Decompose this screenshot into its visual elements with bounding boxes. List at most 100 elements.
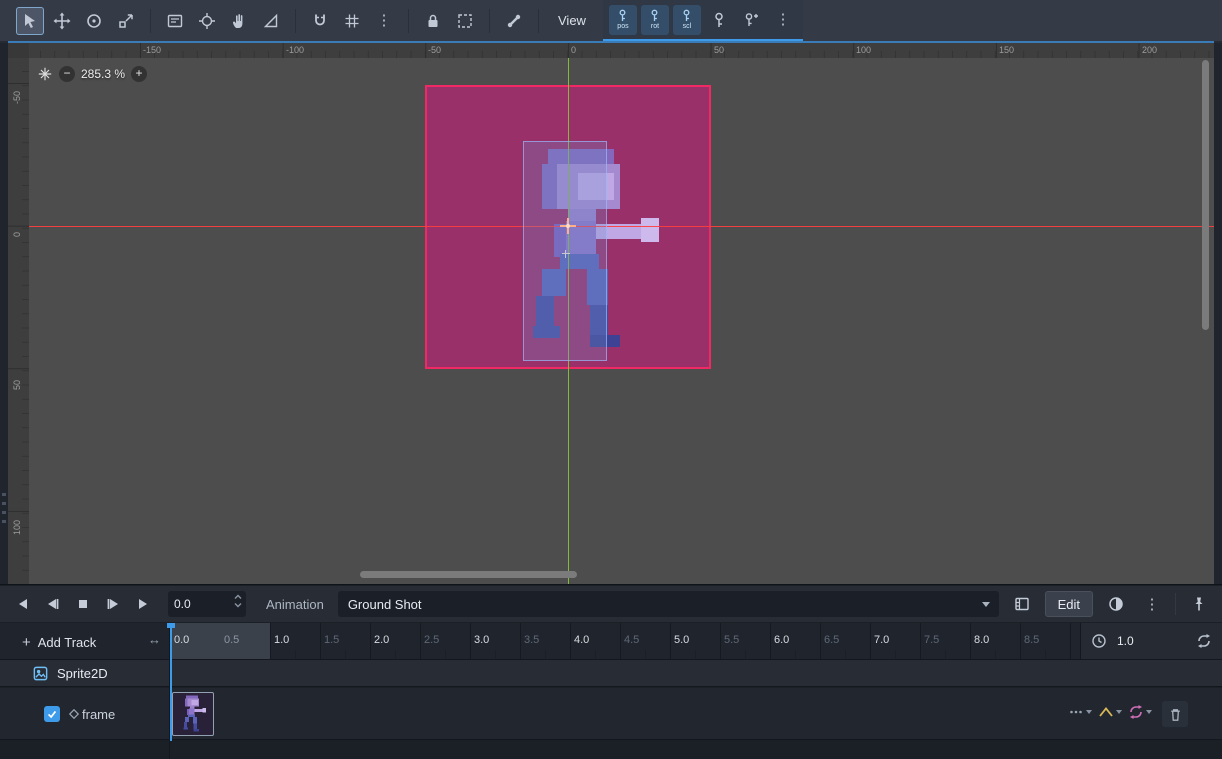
ruler-label: 100	[12, 520, 22, 535]
time-tick: 5.0	[674, 634, 689, 646]
play-backwards-from-end-button[interactable]	[40, 592, 66, 616]
interpolation-mode-dropdown[interactable]	[1098, 704, 1122, 720]
zoom-out-button[interactable]: −	[59, 66, 75, 82]
smart-snap-button[interactable]	[306, 7, 334, 35]
update-mode-icon	[1068, 704, 1084, 720]
horizontal-scrollbar[interactable]	[360, 571, 577, 578]
zoom-in-button[interactable]: +	[131, 66, 147, 82]
scale-tool-button[interactable]	[112, 7, 140, 35]
spin-down-icon	[234, 602, 242, 608]
spin-arrows[interactable]	[234, 594, 242, 608]
animation-length-value[interactable]: 1.0	[1117, 634, 1134, 648]
insert-scale-key-button[interactable]: scl	[673, 5, 701, 35]
chevron-down-icon	[1086, 710, 1092, 714]
track-row[interactable]: frame	[0, 688, 1222, 740]
zoom-level[interactable]: 285.3 %	[81, 67, 125, 81]
animation-label: Animation	[266, 597, 324, 612]
pin-panel-button[interactable]	[1186, 591, 1212, 617]
time-tick: 0.0	[174, 634, 189, 646]
keyframe-thumbnail[interactable]	[172, 692, 214, 736]
rotate-tool-button[interactable]	[80, 7, 108, 35]
time-tick: 0.5	[224, 634, 239, 646]
x-axis-line	[29, 226, 1214, 227]
center-view-icon[interactable]	[37, 66, 53, 82]
loop-animation-icon[interactable]	[1196, 633, 1212, 649]
insert-position-key-button[interactable]: pos	[609, 5, 637, 35]
more-vert-icon: ⋮	[377, 13, 392, 28]
key-pos-icon	[617, 9, 628, 22]
delete-track-button[interactable]	[1162, 701, 1188, 727]
animation-select-dropdown[interactable]: Ground Shot	[338, 591, 999, 617]
ruler-tool-button[interactable]	[257, 7, 285, 35]
track-node-row[interactable]: Sprite2D	[0, 660, 1222, 687]
track-enabled-checkbox[interactable]	[44, 706, 60, 722]
auto-insert-key-button[interactable]	[737, 6, 765, 34]
animation-menu-button[interactable]: ⋮	[1139, 591, 1165, 617]
stop-button[interactable]	[70, 592, 96, 616]
ruler-label: 100	[856, 45, 871, 55]
timeline-resize-icon[interactable]: ↔	[148, 632, 161, 647]
pan-tool-button[interactable]	[225, 7, 253, 35]
key-scl-label: scl	[683, 23, 692, 30]
view-menu-button[interactable]: View	[549, 7, 595, 35]
current-time-field[interactable]: 0.0	[168, 591, 246, 617]
key-auto-icon	[743, 12, 759, 28]
time-tick: 5.5	[724, 634, 739, 646]
list-select-tool-button[interactable]	[161, 7, 189, 35]
move-tool-button[interactable]	[48, 7, 76, 35]
ruler-label: -50	[12, 91, 22, 104]
key-pos-label: pos	[617, 23, 628, 30]
pan-hand-icon	[230, 12, 248, 30]
add-track-button[interactable]: + Add Track	[22, 630, 96, 654]
key-scl-icon	[681, 9, 692, 22]
scale-tool-icon	[117, 12, 135, 30]
insert-rotation-key-button[interactable]: rot	[641, 5, 669, 35]
skeleton-options-button[interactable]	[500, 7, 528, 35]
ruler-label: 150	[999, 45, 1014, 55]
animation-name: Ground Shot	[348, 597, 422, 612]
play-backwards-button[interactable]	[10, 592, 36, 616]
snap-options-menu-button[interactable]: ⋮	[370, 7, 398, 35]
edit-button[interactable]: Edit	[1045, 591, 1093, 617]
update-mode-dropdown[interactable]	[1068, 704, 1092, 720]
canvas-area[interactable]: − 285.3 % +	[29, 58, 1214, 584]
current-time-value: 0.0	[174, 597, 191, 611]
pin-icon	[1190, 595, 1208, 613]
loop-wrap-mode-dropdown[interactable]	[1128, 704, 1152, 720]
timeline-playhead[interactable]	[170, 623, 172, 741]
magnet-icon	[311, 12, 329, 30]
2d-viewport[interactable]: -150 -100 -50 0 50 100 150 200 -50 0 50 …	[8, 43, 1214, 584]
spin-up-icon	[234, 594, 242, 600]
ruler-label: 200	[1142, 45, 1157, 55]
timeline-ruler[interactable]: 0.0 0.5 1.0 1.5 2.0 2.5 3.0 3.5 4.0 4.5 …	[170, 623, 1222, 659]
play-backwards-icon	[15, 596, 31, 612]
vertical-scrollbar[interactable]	[1202, 60, 1209, 330]
play-button[interactable]	[130, 592, 156, 616]
rotate-tool-icon	[85, 12, 103, 30]
right-dock-edge	[1214, 43, 1222, 584]
group-button[interactable]	[451, 7, 479, 35]
pivot-tool-button[interactable]	[193, 7, 221, 35]
ruler-label: 0	[12, 232, 22, 237]
grid-snap-button[interactable]	[338, 7, 366, 35]
select-tool-button[interactable]	[16, 7, 44, 35]
sprite2d-icon	[32, 665, 49, 682]
play-from-start-button[interactable]	[100, 592, 126, 616]
onion-skinning-button[interactable]	[1103, 591, 1129, 617]
animation-libraries-button[interactable]	[1009, 591, 1035, 617]
time-tick: 1.0	[274, 634, 289, 646]
select-tool-icon	[21, 12, 39, 30]
play-end-icon	[45, 596, 61, 612]
left-dock-edge	[0, 43, 8, 584]
lock-button[interactable]	[419, 7, 447, 35]
more-vert-icon: ⋮	[775, 12, 790, 27]
animation-key-menu-button[interactable]: ⋮	[769, 6, 797, 34]
time-tick: 2.5	[424, 634, 439, 646]
time-tick: 1.5	[324, 634, 339, 646]
ruler-icon	[262, 12, 280, 30]
dock-splitter-grip[interactable]	[2, 493, 6, 523]
loop-mode-icon	[1128, 704, 1144, 720]
insert-key-button[interactable]	[705, 6, 733, 34]
animation-panel: 0.0 Animation Ground Shot Edit ⋮ + Add T	[0, 584, 1222, 759]
canvas-toolbar: ⋮ View pos rot scl ⋮	[0, 0, 1222, 41]
